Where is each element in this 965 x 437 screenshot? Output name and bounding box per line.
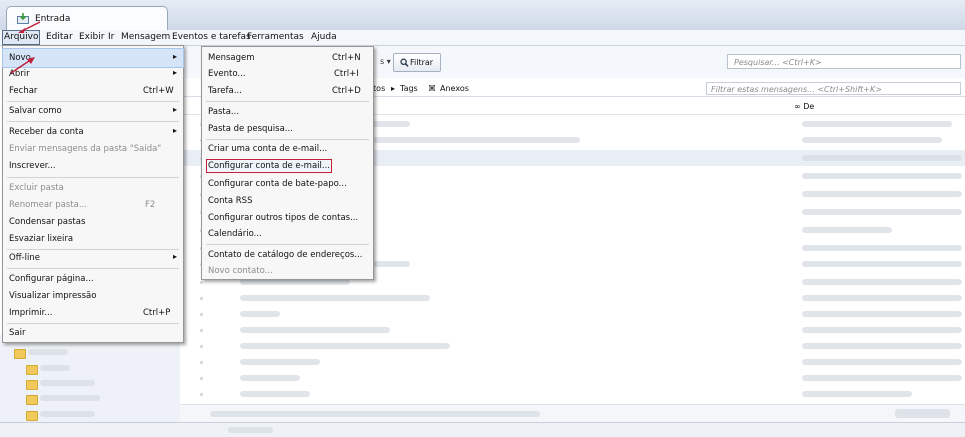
menu-ferramentas[interactable]: Ferramentas (247, 32, 304, 42)
menu-item-imprimir[interactable]: Imprimir... Ctrl+P (3, 304, 183, 322)
menu-divider (206, 244, 369, 245)
menu-eventos-tarefas[interactable]: Eventos e tarefas (172, 32, 251, 42)
submenu-item-configurar-conta-email[interactable]: Configurar conta de e-mail... (202, 157, 373, 175)
table-row[interactable] (180, 338, 965, 354)
status-bar (0, 422, 965, 437)
folder-pane (0, 335, 180, 436)
menu-item-configurar-pagina[interactable]: Configurar página... (3, 270, 183, 288)
folder-icon (26, 365, 38, 375)
submenu-item-pasta-pesquisa[interactable]: Pasta de pesquisa... (202, 120, 373, 138)
column-from[interactable]: ∞ De (794, 102, 814, 111)
callout-arrow-icon (10, 57, 35, 74)
submenu-item-configurar-bate-papo[interactable]: Configurar conta de bate-papo... (202, 175, 373, 193)
menu-item-inscrever[interactable]: Inscrever... (3, 157, 183, 175)
filter-icon (400, 58, 409, 67)
menu-item-condensar-pastas[interactable]: Condensar pastas (3, 213, 183, 231)
table-row[interactable] (180, 290, 965, 306)
new-submenu: Mensagem Ctrl+N Evento... Ctrl+I Tarefa.… (201, 46, 374, 280)
table-row[interactable] (180, 386, 965, 402)
search-input[interactable]: Pesquisar... <Ctrl+K> (727, 54, 961, 69)
menu-item-esvaziar-lixeira[interactable]: Esvaziar lixeira (3, 230, 183, 248)
filter-label: Filtrar (410, 58, 434, 67)
tag-icon: ▸ (391, 84, 396, 93)
menu-divider (206, 101, 369, 102)
menu-ir[interactable]: Ir (108, 32, 114, 42)
submenu-item-pasta[interactable]: Pasta... (202, 103, 373, 121)
menu-editar[interactable]: Editar (46, 32, 73, 42)
submenu-item-novo-contato: Novo contato... (208, 266, 273, 276)
menu-ajuda[interactable]: Ajuda (311, 32, 337, 42)
paperclip-icon: ⌘ (428, 84, 436, 93)
menu-divider (7, 121, 179, 122)
view-dropdown[interactable]: s ▾ (380, 57, 391, 66)
menu-item-visualizar-impressao[interactable]: Visualizar impressão (3, 287, 183, 305)
menu-bar: Arquivo Editar Exibir Ir Mensagem Evento… (0, 30, 965, 46)
table-row[interactable] (180, 306, 965, 322)
folder-icon (14, 349, 26, 359)
callout-arrow-icon (18, 21, 41, 33)
submenu-item-tarefa[interactable]: Tarefa... Ctrl+D (202, 82, 373, 100)
folder-icon (26, 395, 38, 405)
filter-attachments[interactable]: Anexos (440, 84, 469, 93)
menu-item-fechar[interactable]: Fechar Ctrl+W (3, 82, 183, 100)
menu-item-sair[interactable]: Sair (3, 324, 183, 342)
filter-tags[interactable]: Tags (400, 84, 418, 93)
folder-icon (26, 411, 38, 421)
menu-divider (7, 268, 179, 269)
menu-exibir[interactable]: Exibir (79, 32, 104, 42)
submenu-item-conta-rss[interactable]: Conta RSS (202, 192, 373, 210)
menu-item-excluir-pasta: Excluir pasta (9, 183, 64, 193)
chevron-right-icon: ▸ (173, 126, 178, 135)
menu-item-renomear-pasta: Renomear pasta... F2 (9, 200, 156, 210)
submenu-item-evento[interactable]: Evento... Ctrl+I (202, 65, 373, 83)
table-row[interactable] (180, 370, 965, 386)
chevron-right-icon: ▸ (173, 105, 178, 114)
chevron-right-icon: ▸ (173, 68, 178, 77)
menu-item-off-line[interactable]: Off-line ▸ (3, 249, 183, 267)
chevron-right-icon: ▸ (173, 252, 178, 261)
table-row[interactable] (180, 322, 965, 338)
menu-mensagem[interactable]: Mensagem (121, 32, 170, 42)
menu-divider (7, 177, 179, 178)
table-row[interactable] (180, 354, 965, 370)
message-preview-bar (180, 404, 965, 423)
filter-messages-input[interactable]: Filtrar estas mensagens... <Ctrl+Shift+K… (706, 82, 961, 95)
title-bar: Entrada (0, 0, 965, 32)
filter-button[interactable]: Filtrar (393, 53, 441, 72)
file-menu: Novo ▸ Abrir ▸ Fechar Ctrl+W Salvar como… (2, 45, 184, 343)
menu-item-salvar-como[interactable]: Salvar como ▸ (3, 102, 183, 120)
submenu-item-criar-conta-email[interactable]: Criar uma conta de e-mail... (202, 140, 373, 158)
folder-icon (26, 380, 38, 390)
menu-item-enviar-mensagens: Enviar mensagens da pasta "Saída" (9, 144, 162, 154)
correspondents-icon: ∞ (794, 102, 804, 111)
chevron-right-icon: ▸ (173, 52, 178, 61)
menu-item-receber-conta[interactable]: Receber da conta ▸ (3, 123, 183, 141)
submenu-item-calendario[interactable]: Calendário... (202, 225, 373, 243)
